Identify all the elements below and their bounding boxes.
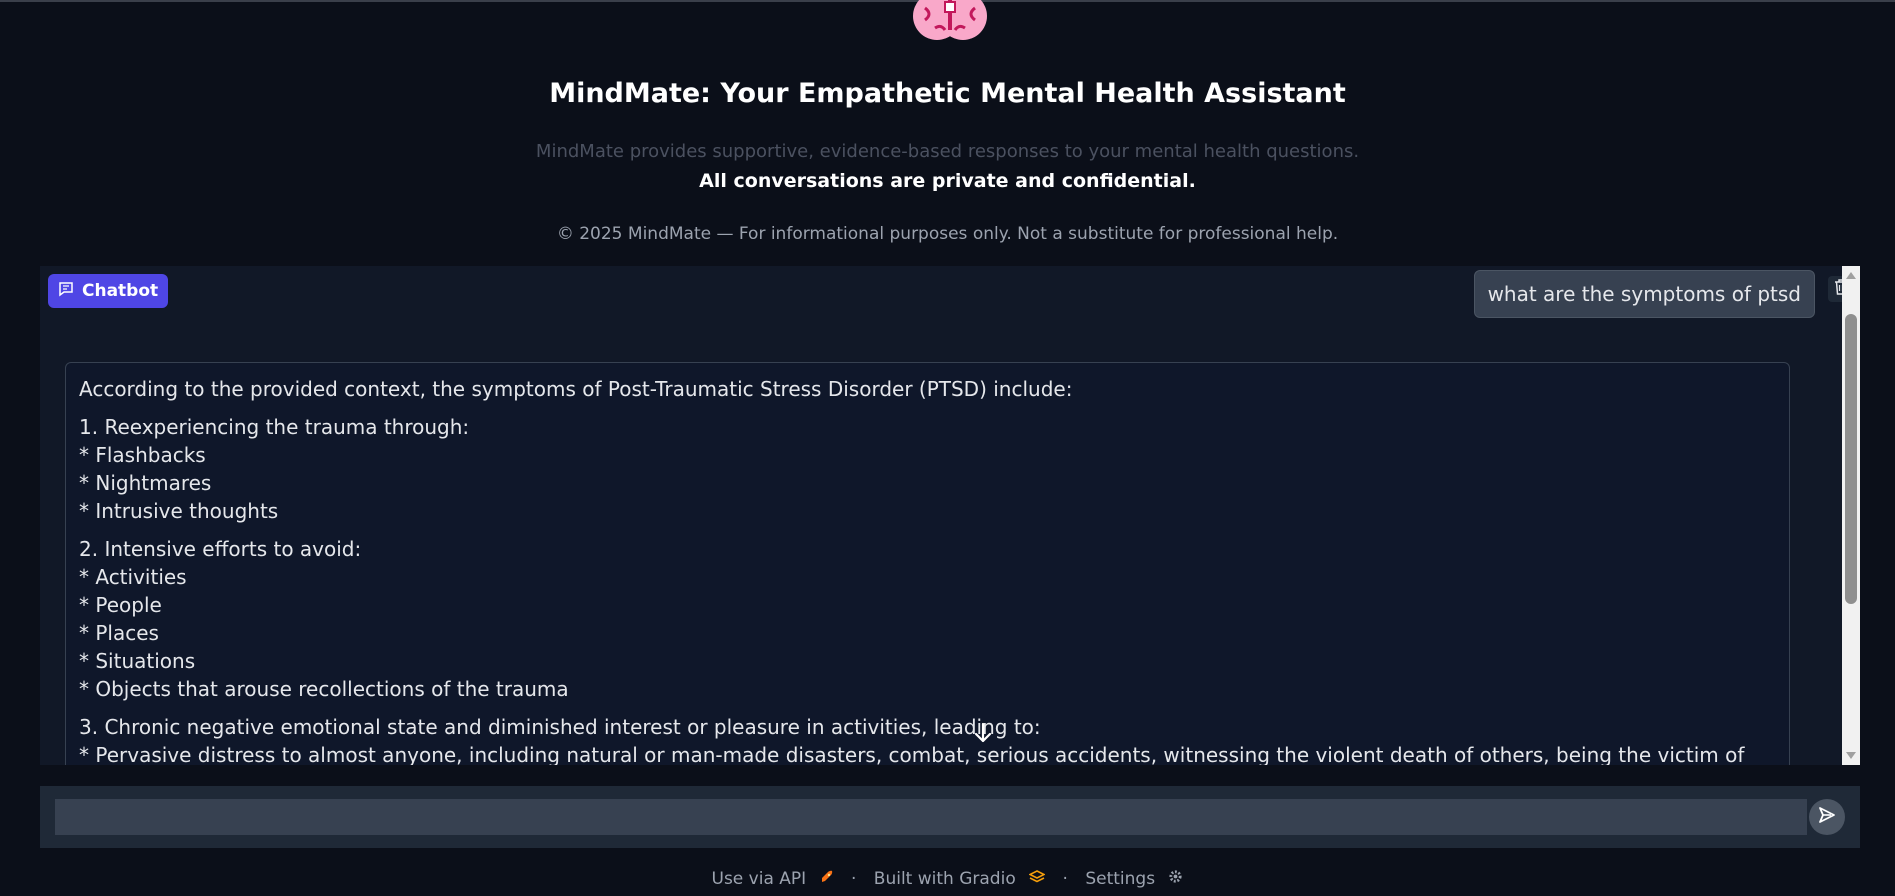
page-subtitle: MindMate provides supportive, evidence-b… (535, 141, 1360, 162)
privacy-note: All conversations are private and confid… (699, 170, 1196, 192)
list-item: * Activities (79, 565, 187, 589)
list-item: * Objects that arouse recollections of t… (79, 677, 569, 701)
footer-separator: · (1062, 869, 1068, 889)
page-title: MindMate: Your Empathetic Mental Health … (549, 78, 1346, 109)
use-via-api-link[interactable]: Use via API (708, 869, 843, 889)
list-item: * Intrusive thoughts (79, 499, 279, 523)
bot-section-1: 1. Reexperiencing the trauma through: * … (79, 413, 1776, 525)
section-title: 2. Intensive efforts to avoid: (79, 537, 362, 561)
gradio-icon (1028, 869, 1050, 889)
bot-section-3: 3. Chronic negative emotional state and … (79, 713, 1776, 765)
list-item: * Situations (79, 649, 196, 673)
settings-link[interactable]: Settings (1081, 869, 1187, 889)
scrollbar-thumb[interactable] (1845, 314, 1857, 604)
arrow-down-icon (973, 722, 993, 748)
chatbot-label: Chatbot (82, 281, 159, 301)
message-input-panel (40, 786, 1860, 848)
chatbot-panel[interactable]: Chatbot what are the symptoms of ptsd Ac… (40, 266, 1860, 765)
list-item: * Places (79, 621, 159, 645)
list-item: * People (79, 593, 162, 617)
footer-separator: · (850, 869, 857, 889)
message-input[interactable] (55, 799, 1807, 835)
send-icon (1817, 805, 1837, 829)
built-with-gradio-link[interactable]: Built with Gradio (870, 869, 1055, 889)
bot-intro: According to the provided context, the s… (79, 377, 1073, 401)
chat-scrollbar[interactable] (1842, 266, 1860, 765)
brain-logo-icon (905, 0, 995, 46)
chatbot-label-badge: Chatbot (48, 274, 169, 308)
scroll-up-arrow[interactable] (1846, 272, 1856, 279)
scroll-to-bottom-button[interactable] (968, 720, 998, 750)
section-title: 3. Chronic negative emotional state and … (79, 715, 1041, 739)
section-title: 1. Reexperiencing the trauma through: (79, 415, 470, 439)
chat-icon (58, 281, 74, 302)
rocket-icon (820, 869, 839, 889)
send-button[interactable] (1809, 799, 1845, 835)
list-item: * Pervasive distress to almost anyone, i… (79, 743, 1745, 765)
user-message-bubble: what are the symptoms of ptsd (1473, 270, 1815, 318)
footer: Use via API · Built with Gradio · Settin… (0, 869, 1895, 889)
bot-message-bubble: According to the provided context, the s… (65, 362, 1790, 765)
list-item: * Nightmares (79, 471, 212, 495)
bot-section-2: 2. Intensive efforts to avoid: * Activit… (79, 535, 1776, 703)
gear-icon (1168, 869, 1183, 889)
list-item: * Flashbacks (79, 443, 206, 467)
copyright-note: © 2025 MindMate — For informational purp… (556, 224, 1339, 244)
scroll-down-arrow[interactable] (1846, 752, 1856, 759)
